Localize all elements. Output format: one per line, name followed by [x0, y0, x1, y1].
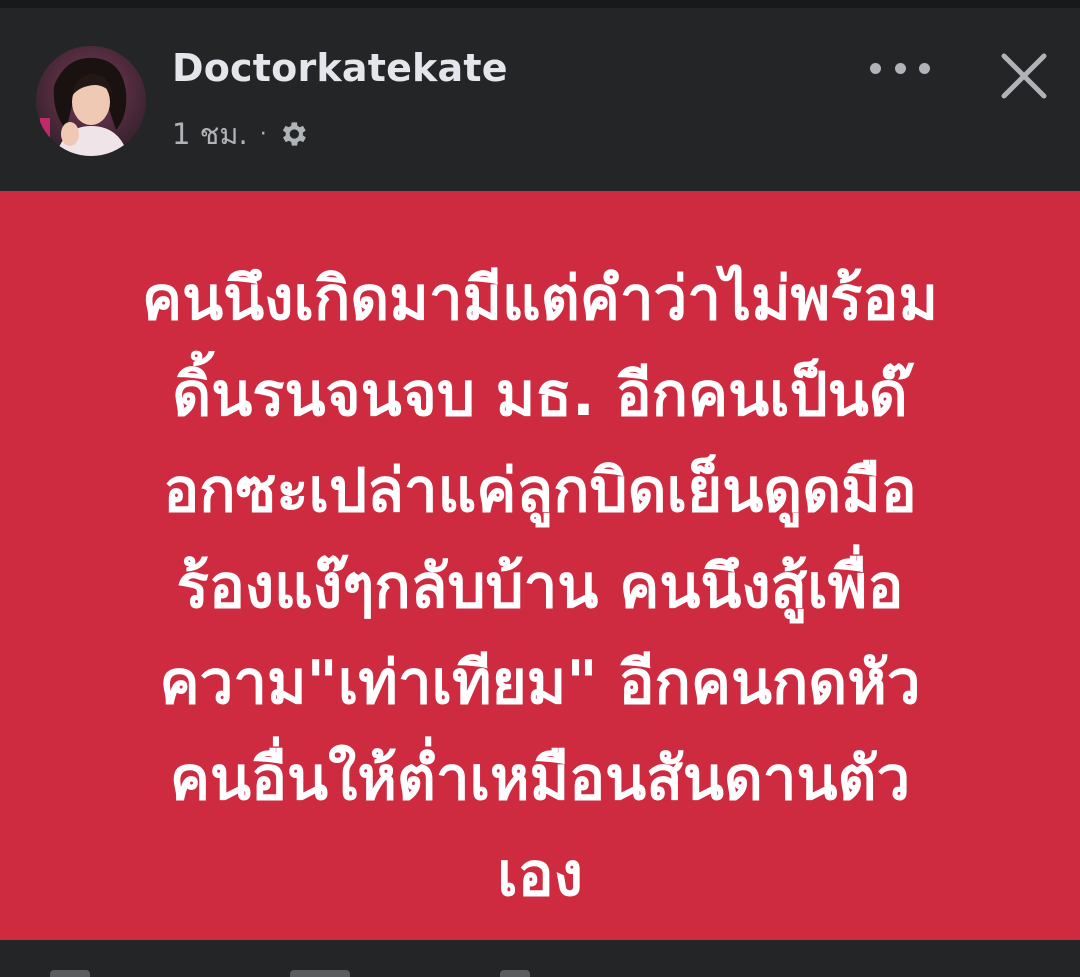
post-viewer: Doctorkatekate 1 ชม. · คนนึงเกิดมามีแต่ค… — [0, 0, 1080, 977]
close-button[interactable] — [998, 50, 1050, 102]
like-icon[interactable] — [50, 970, 90, 977]
close-icon — [1001, 53, 1047, 99]
more-horizontal-icon — [870, 62, 881, 74]
post-text: คนนึงเกิดมามีแต่คำว่าไม่พร้อม ดิ้นรนจนจบ… — [142, 264, 938, 910]
more-horizontal-icon-dot — [894, 62, 906, 74]
status-strip — [0, 0, 1080, 8]
avatar[interactable] — [36, 46, 146, 156]
post-time[interactable]: 1 ชม. — [172, 111, 248, 157]
author-name[interactable]: Doctorkatekate — [172, 46, 508, 90]
more-horizontal-icon-dot — [919, 62, 930, 74]
comment-icon[interactable] — [290, 970, 350, 977]
reaction-bar — [0, 940, 1080, 977]
meta-separator: · — [259, 121, 267, 147]
post-text-card: คนนึงเกิดมามีแต่คำว่าไม่พร้อม ดิ้นรนจนจบ… — [0, 191, 1080, 940]
avatar-image — [36, 46, 146, 156]
gear-icon[interactable] — [277, 118, 309, 150]
post-header: Doctorkatekate 1 ชม. · — [0, 8, 1080, 191]
more-options-button[interactable] — [870, 48, 930, 88]
post-meta: 1 ชม. · — [172, 114, 309, 154]
share-icon[interactable] — [500, 970, 530, 977]
